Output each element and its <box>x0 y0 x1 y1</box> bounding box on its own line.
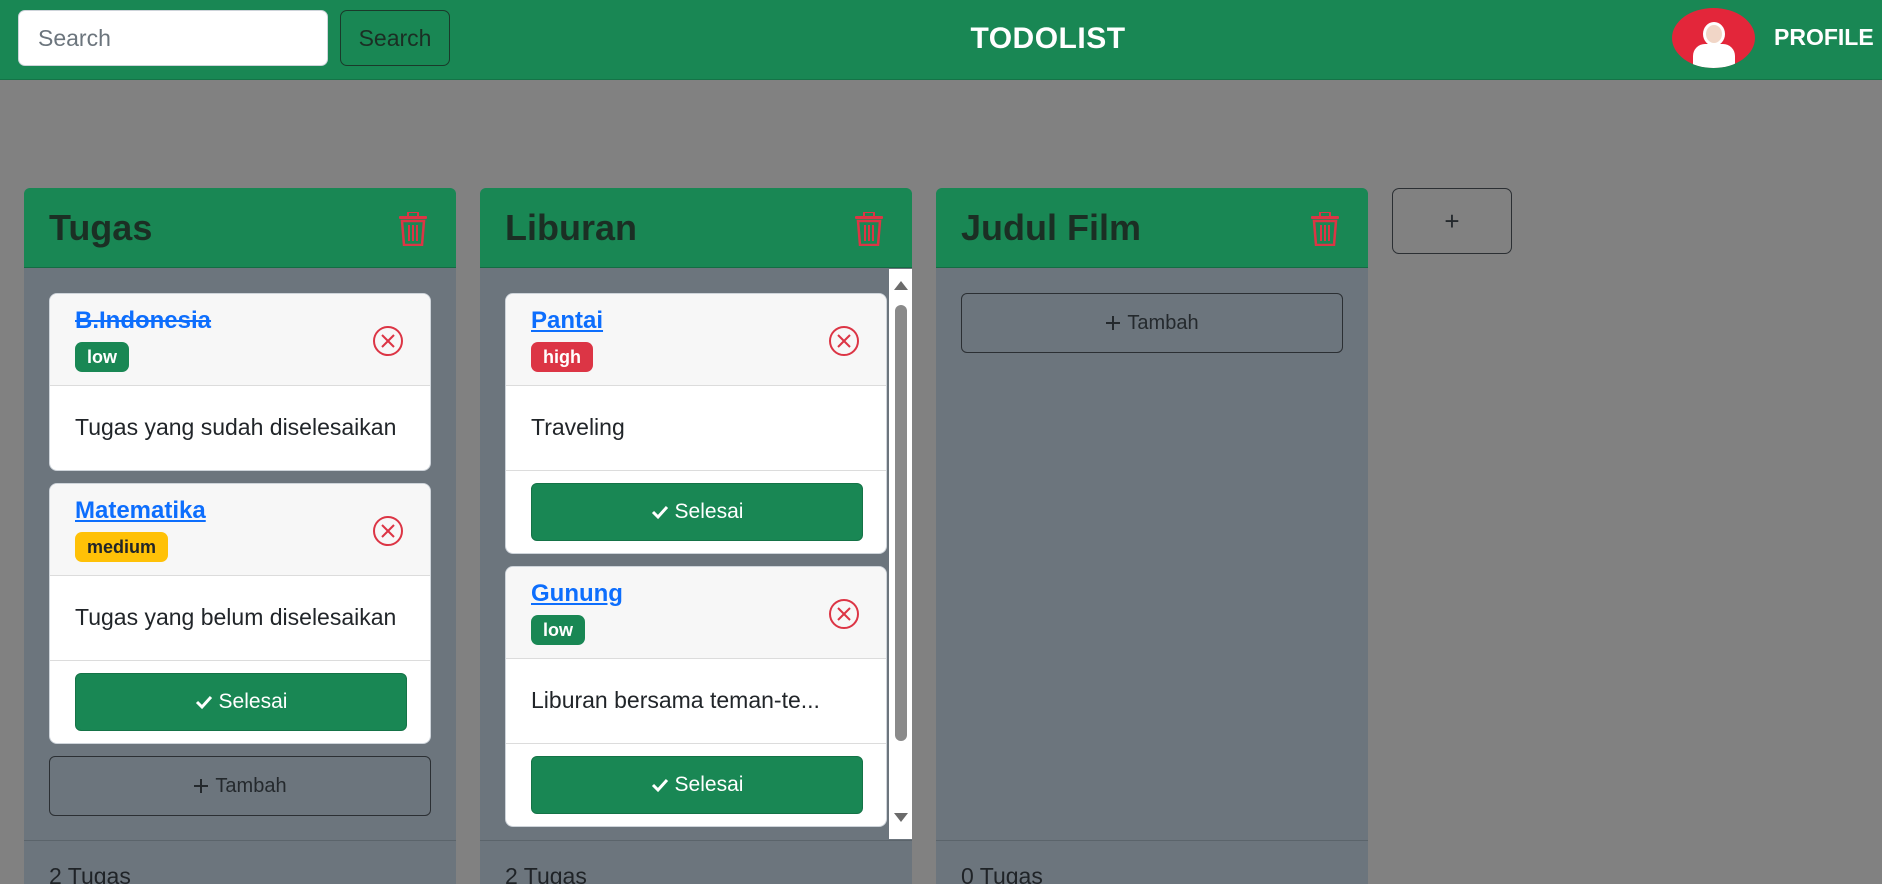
close-circle-icon[interactable] <box>372 515 404 547</box>
task-title-link[interactable]: B.Indonesia <box>75 307 211 335</box>
task-count: 2 Tugas <box>505 863 587 884</box>
column-footer: 2 Tugas <box>480 840 912 884</box>
card-header: B.Indonesia low <box>50 294 430 386</box>
selesai-label: Selesai <box>674 500 744 523</box>
avatar-head <box>1703 22 1725 46</box>
column-title: Liburan <box>505 207 637 248</box>
check-icon <box>651 505 668 520</box>
task-description: Traveling <box>531 414 625 440</box>
column-tugas: Tugas B.Indonesia low Tugas yang sudah d… <box>24 188 456 884</box>
column-header: Tugas <box>24 188 456 268</box>
column-body: Pantai high Traveling Selesai Gunung low… <box>480 269 912 839</box>
close-circle-icon[interactable] <box>372 325 404 357</box>
task-count: 2 Tugas <box>49 863 131 884</box>
column-scrollbar[interactable] <box>889 269 912 839</box>
task-card: Matematika medium Tugas yang belum disel… <box>49 483 431 744</box>
trash-icon[interactable] <box>1310 212 1340 246</box>
scroll-up-arrow-icon[interactable] <box>894 281 908 290</box>
card-footer: Selesai <box>506 470 886 553</box>
app-title: TODOLIST <box>970 22 1126 55</box>
card-footer: Selesai <box>50 660 430 743</box>
add-task-button[interactable]: Tambah <box>49 756 431 816</box>
close-circle-icon[interactable] <box>828 598 860 630</box>
profile-link[interactable]: PROFILE <box>1774 24 1874 51</box>
task-description: Liburan bersama teman-te... <box>531 687 820 713</box>
scroll-thumb[interactable] <box>895 305 907 741</box>
check-icon <box>651 778 668 793</box>
task-description: Tugas yang belum diselesaikan <box>75 604 397 630</box>
task-title-link[interactable]: Gunung <box>531 580 623 608</box>
column-body: Tambah <box>936 269 1368 839</box>
scroll-down-arrow-icon[interactable] <box>894 813 908 822</box>
card-header: Matematika medium <box>50 484 430 576</box>
selesai-label: Selesai <box>674 773 744 796</box>
priority-badge: low <box>531 615 585 645</box>
add-column-button[interactable]: + <box>1392 188 1512 254</box>
check-icon <box>195 695 212 710</box>
task-title-link[interactable]: Matematika <box>75 497 206 525</box>
column-body: B.Indonesia low Tugas yang sudah diseles… <box>24 269 456 839</box>
selesai-button[interactable]: Selesai <box>531 756 863 814</box>
column-header: Judul Film <box>936 188 1368 268</box>
priority-badge: medium <box>75 532 169 562</box>
column-header: Liburan <box>480 188 912 268</box>
add-task-label: Tambah <box>215 774 287 797</box>
card-header: Gunung low <box>506 567 886 659</box>
avatar-body <box>1693 44 1735 68</box>
column-title: Judul Film <box>961 207 1141 248</box>
selesai-button[interactable]: Selesai <box>531 483 863 541</box>
task-count: 0 Tugas <box>961 863 1043 884</box>
trash-icon[interactable] <box>854 212 884 246</box>
add-task-button[interactable]: Tambah <box>961 293 1343 353</box>
card-header: Pantai high <box>506 294 886 386</box>
plus-icon <box>1106 316 1121 330</box>
priority-badge: high <box>531 342 593 372</box>
priority-badge: low <box>75 342 129 372</box>
plus-icon <box>194 779 209 793</box>
avatar[interactable] <box>1672 8 1755 68</box>
selesai-button[interactable]: Selesai <box>75 673 407 731</box>
selesai-label: Selesai <box>218 690 288 713</box>
task-card: Gunung low Liburan bersama teman-te... S… <box>505 566 887 827</box>
task-card: B.Indonesia low Tugas yang sudah diseles… <box>49 293 431 471</box>
column-footer: 0 Tugas <box>936 840 1368 884</box>
navbar: Search TODOLIST PROFILE <box>0 0 1882 80</box>
column-title: Tugas <box>49 207 153 248</box>
add-task-label: Tambah <box>1127 311 1199 334</box>
column-footer: 2 Tugas <box>24 840 456 884</box>
column-judul-film: Judul Film Tambah 0 Tugas <box>936 188 1368 884</box>
task-card: Pantai high Traveling Selesai <box>505 293 887 554</box>
task-description: Tugas yang sudah diselesaikan <box>75 414 397 440</box>
trash-icon[interactable] <box>398 212 428 246</box>
close-circle-icon[interactable] <box>828 325 860 357</box>
column-liburan: Liburan Pantai high Traveling Selesai Gu… <box>480 188 912 884</box>
task-title-link[interactable]: Pantai <box>531 307 603 335</box>
card-footer: Selesai <box>506 743 886 826</box>
